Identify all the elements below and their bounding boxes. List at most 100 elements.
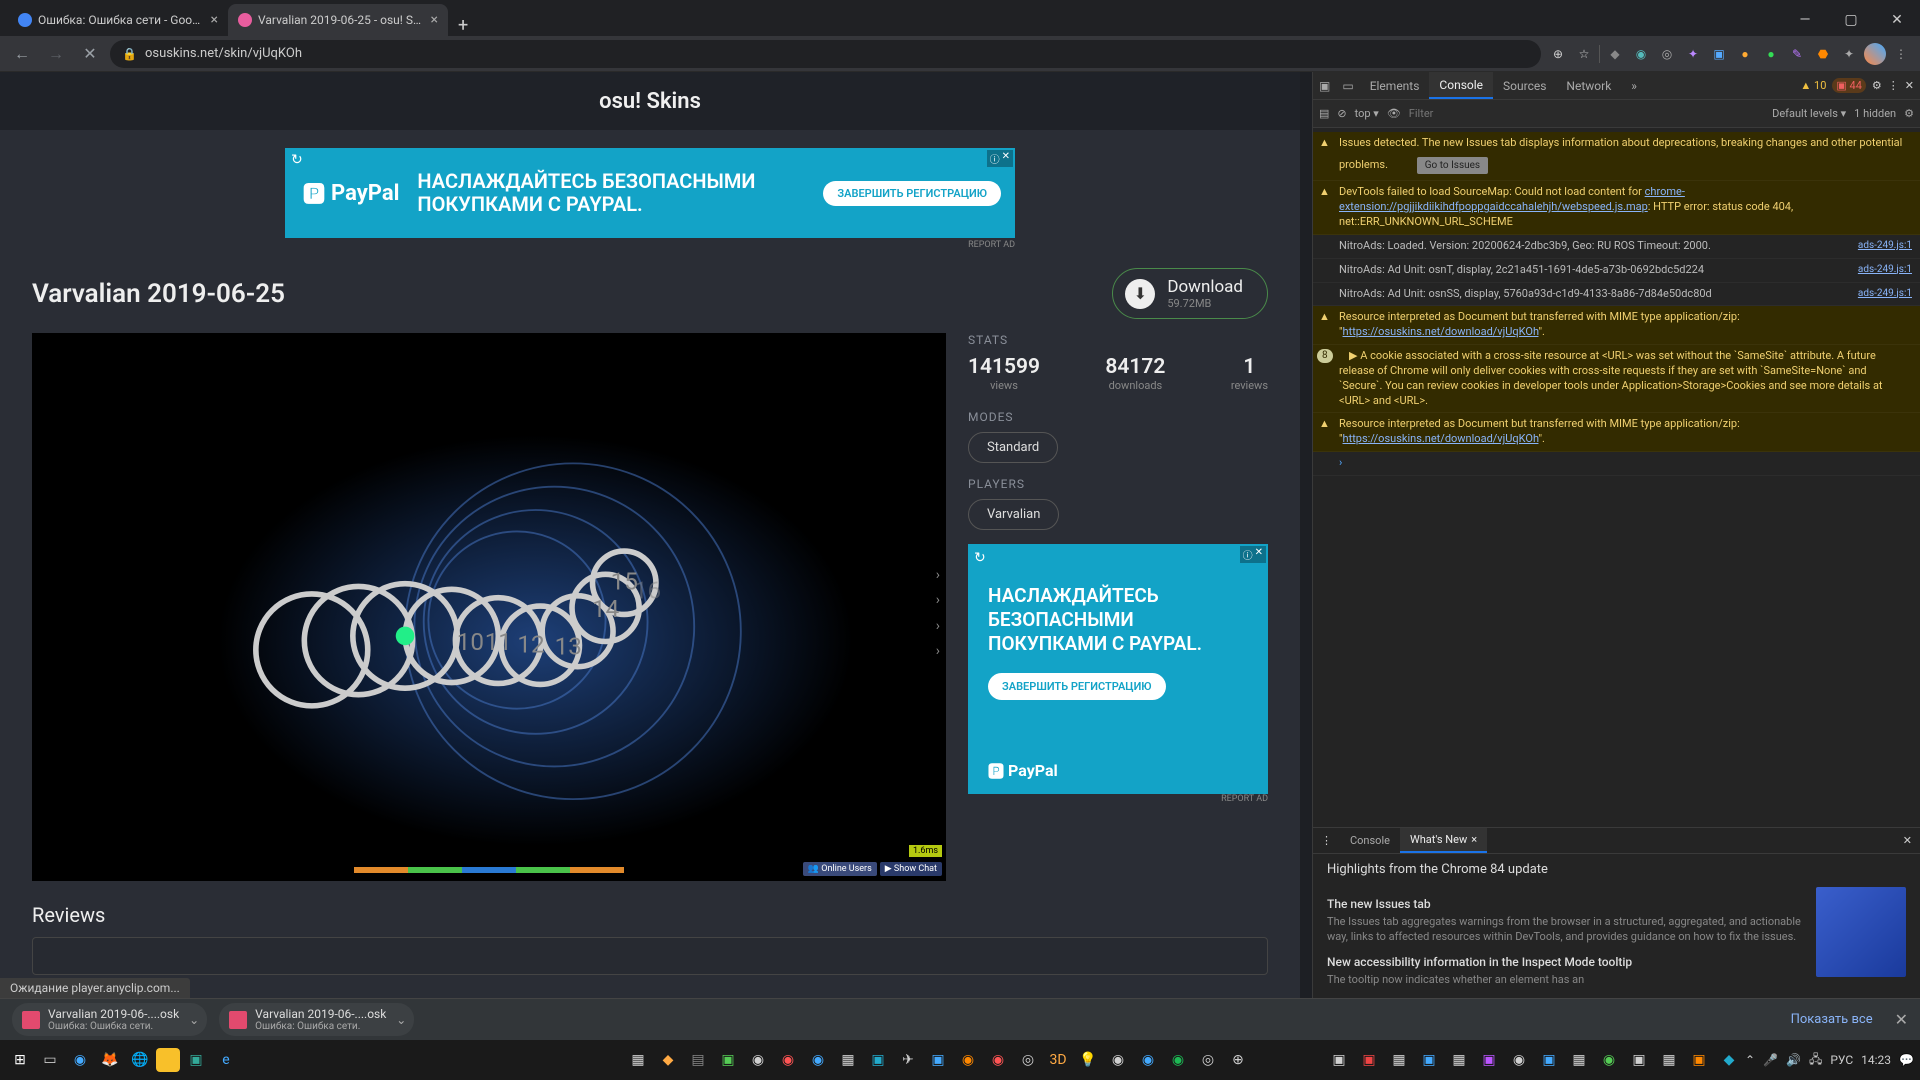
tab-elements[interactable]: Elements <box>1360 72 1430 99</box>
extension-icon[interactable]: ✦ <box>1682 43 1704 65</box>
extension-icon[interactable]: ● <box>1734 43 1756 65</box>
source-link[interactable]: ads-249.js:1 <box>1858 263 1912 277</box>
drawer-toggle-icon[interactable]: ⋮ <box>1313 834 1340 847</box>
translate-icon[interactable]: ⊕ <box>1547 43 1569 65</box>
ad-cta-button[interactable]: ЗАВЕРШИТЬ РЕГИСТРАЦИЮ <box>823 181 1001 206</box>
show-all-downloads-link[interactable]: Показать все <box>1791 1012 1873 1027</box>
close-icon[interactable]: × <box>431 12 438 28</box>
tray-icon[interactable]: ▦ <box>1445 1046 1473 1074</box>
eye-icon[interactable]: 👁 <box>1387 107 1401 120</box>
tray-icon[interactable]: ▦ <box>1565 1046 1593 1074</box>
tray-icon[interactable]: ◉ <box>984 1046 1012 1074</box>
ad-close-icon[interactable]: ⓘ✕ <box>987 150 1013 167</box>
ad-cta-button[interactable]: ЗАВЕРШИТЬ РЕГИСТРАЦИЮ <box>988 673 1166 700</box>
tray-icon[interactable]: ◉ <box>804 1046 832 1074</box>
star-icon[interactable]: ☆ <box>1573 43 1595 65</box>
tray-icon[interactable]: ▣ <box>864 1046 892 1074</box>
close-icon[interactable]: × <box>211 12 218 28</box>
skin-preview[interactable]: 101112 13141516 ›››› 1.6ms 👥 Online User… <box>32 333 946 881</box>
tray-icon[interactable]: ✈ <box>894 1046 922 1074</box>
drawer-tab-whatsnew[interactable]: What's New × <box>1400 828 1487 853</box>
ad-close-icon[interactable]: ⓘ✕ <box>1240 546 1266 563</box>
taskbar-app-icon[interactable]: ◉ <box>66 1046 94 1074</box>
console-prompt[interactable]: › <box>1313 452 1920 476</box>
progress-bar[interactable] <box>354 867 624 873</box>
tab-console[interactable]: Console <box>1429 72 1493 99</box>
report-ad-link[interactable]: REPORT AD <box>285 240 1015 250</box>
context-selector[interactable]: top ▾ <box>1355 107 1379 120</box>
tray-expand-icon[interactable]: ⌃ <box>1745 1053 1755 1067</box>
taskbar-app-icon[interactable]: 🦊 <box>96 1046 124 1074</box>
tray-icon[interactable]: ▣ <box>1355 1046 1383 1074</box>
taskbar-app-icon[interactable]: 🌐 <box>126 1046 154 1074</box>
extension-icon[interactable]: ✎ <box>1786 43 1808 65</box>
side-ad-banner[interactable]: ↻ ⓘ✕ НАСЛАЖДАЙТЕСЬБЕЗОПАСНЫМИПОКУПКАМИ С… <box>968 544 1268 794</box>
taskbar-app-icon[interactable]: e <box>212 1046 240 1074</box>
tab-sources[interactable]: Sources <box>1493 72 1556 99</box>
tray-icon[interactable]: ◉ <box>774 1046 802 1074</box>
inspect-icon[interactable]: ▣ <box>1313 72 1336 99</box>
close-shelf-icon[interactable]: ✕ <box>1895 1010 1908 1029</box>
close-devtools-icon[interactable]: ✕ <box>1905 79 1914 92</box>
error-count[interactable]: ▣ 44 <box>1832 78 1866 93</box>
close-window-button[interactable]: ✕ <box>1874 4 1920 36</box>
tray-icon[interactable]: ◉ <box>1595 1046 1623 1074</box>
minimize-button[interactable]: — <box>1782 4 1828 36</box>
notifications-icon[interactable]: 💬 <box>1899 1053 1914 1067</box>
back-button[interactable]: ← <box>8 40 36 68</box>
show-chat-button[interactable]: ▶ Show Chat <box>880 862 942 876</box>
new-tab-button[interactable]: + <box>448 15 478 36</box>
tray-icon[interactable]: ◉ <box>954 1046 982 1074</box>
browser-tab[interactable]: Ошибка: Ошибка сети - Google × <box>8 4 228 36</box>
tray-icon[interactable]: ◎ <box>1014 1046 1042 1074</box>
extension-icon[interactable]: ⬣ <box>1812 43 1834 65</box>
warning-count[interactable]: ▲ 10 <box>1800 79 1826 92</box>
player-chip[interactable]: Varvalian <box>968 499 1059 530</box>
tray-icon[interactable]: ◆ <box>654 1046 682 1074</box>
clear-console-icon[interactable]: ⊘ <box>1337 107 1346 120</box>
extension-icon[interactable]: ▣ <box>1708 43 1730 65</box>
microphone-icon[interactable]: 🎤 <box>1763 1053 1778 1067</box>
extension-icon[interactable]: ◎ <box>1656 43 1678 65</box>
language-indicator[interactable]: РУС <box>1830 1053 1853 1067</box>
source-link[interactable]: ads-249.js:1 <box>1858 239 1912 253</box>
tray-icon[interactable]: ◉ <box>1134 1046 1162 1074</box>
extension-icon[interactable]: ● <box>1760 43 1782 65</box>
settings-icon[interactable]: ⚙ <box>1872 79 1882 92</box>
download-button[interactable]: ⬇ Download 59.72MB <box>1112 268 1268 319</box>
tray-icon[interactable]: ▦ <box>1385 1046 1413 1074</box>
extensions-menu-icon[interactable]: ✦ <box>1838 43 1860 65</box>
go-to-issues-button[interactable]: Go to Issues <box>1417 157 1488 175</box>
tray-icon[interactable]: ▦ <box>624 1046 652 1074</box>
maximize-button[interactable]: ▢ <box>1828 4 1874 36</box>
tray-icon[interactable]: ◉ <box>1104 1046 1132 1074</box>
ad-refresh-icon[interactable]: ↻ <box>974 550 986 566</box>
volume-icon[interactable]: 🔊 <box>1786 1053 1801 1067</box>
tray-icon[interactable]: 💡 <box>1074 1046 1102 1074</box>
network-icon[interactable]: 🖧 <box>1809 1050 1822 1071</box>
device-icon[interactable]: ▭ <box>1336 72 1359 99</box>
tray-icon[interactable]: ▣ <box>714 1046 742 1074</box>
download-item[interactable]: Varvalian 2019-06-....oskОшибка: Ошибка … <box>219 1003 414 1036</box>
tray-icon[interactable]: ▦ <box>1655 1046 1683 1074</box>
address-bar[interactable]: 🔒 osuskins.net/skin/vjUqKOh <box>110 40 1541 68</box>
hidden-count[interactable]: 1 hidden <box>1854 107 1896 120</box>
tray-icon[interactable]: ⊕ <box>1224 1046 1252 1074</box>
taskbar-app-icon[interactable]: ▣ <box>182 1046 210 1074</box>
review-input[interactable] <box>32 937 1268 975</box>
preview-nav-arrows[interactable]: ›››› <box>936 563 940 664</box>
tray-icon[interactable]: 3D <box>1044 1046 1072 1074</box>
chevron-down-icon[interactable]: ⌄ <box>396 1013 406 1027</box>
more-tabs-icon[interactable]: » <box>1621 72 1647 99</box>
more-icon[interactable]: ⋮ <box>1888 79 1899 92</box>
chevron-down-icon[interactable]: ⌄ <box>189 1013 199 1027</box>
top-ad-banner[interactable]: ↻ 🅿 PayPal НАСЛАЖДАЙТЕСЬ БЕЗОПАСНЫМИПОКУ… <box>285 148 1015 238</box>
taskbar-app-icon[interactable] <box>156 1048 180 1072</box>
sidebar-toggle-icon[interactable]: ▤ <box>1319 107 1329 120</box>
tray-icon[interactable]: ▤ <box>684 1046 712 1074</box>
tab-network[interactable]: Network <box>1556 72 1621 99</box>
tray-icon[interactable]: ▣ <box>1535 1046 1563 1074</box>
stop-reload-button[interactable]: ✕ <box>76 40 104 68</box>
tray-icon[interactable]: ◉ <box>1164 1046 1192 1074</box>
tray-icon[interactable]: ◉ <box>1505 1046 1533 1074</box>
